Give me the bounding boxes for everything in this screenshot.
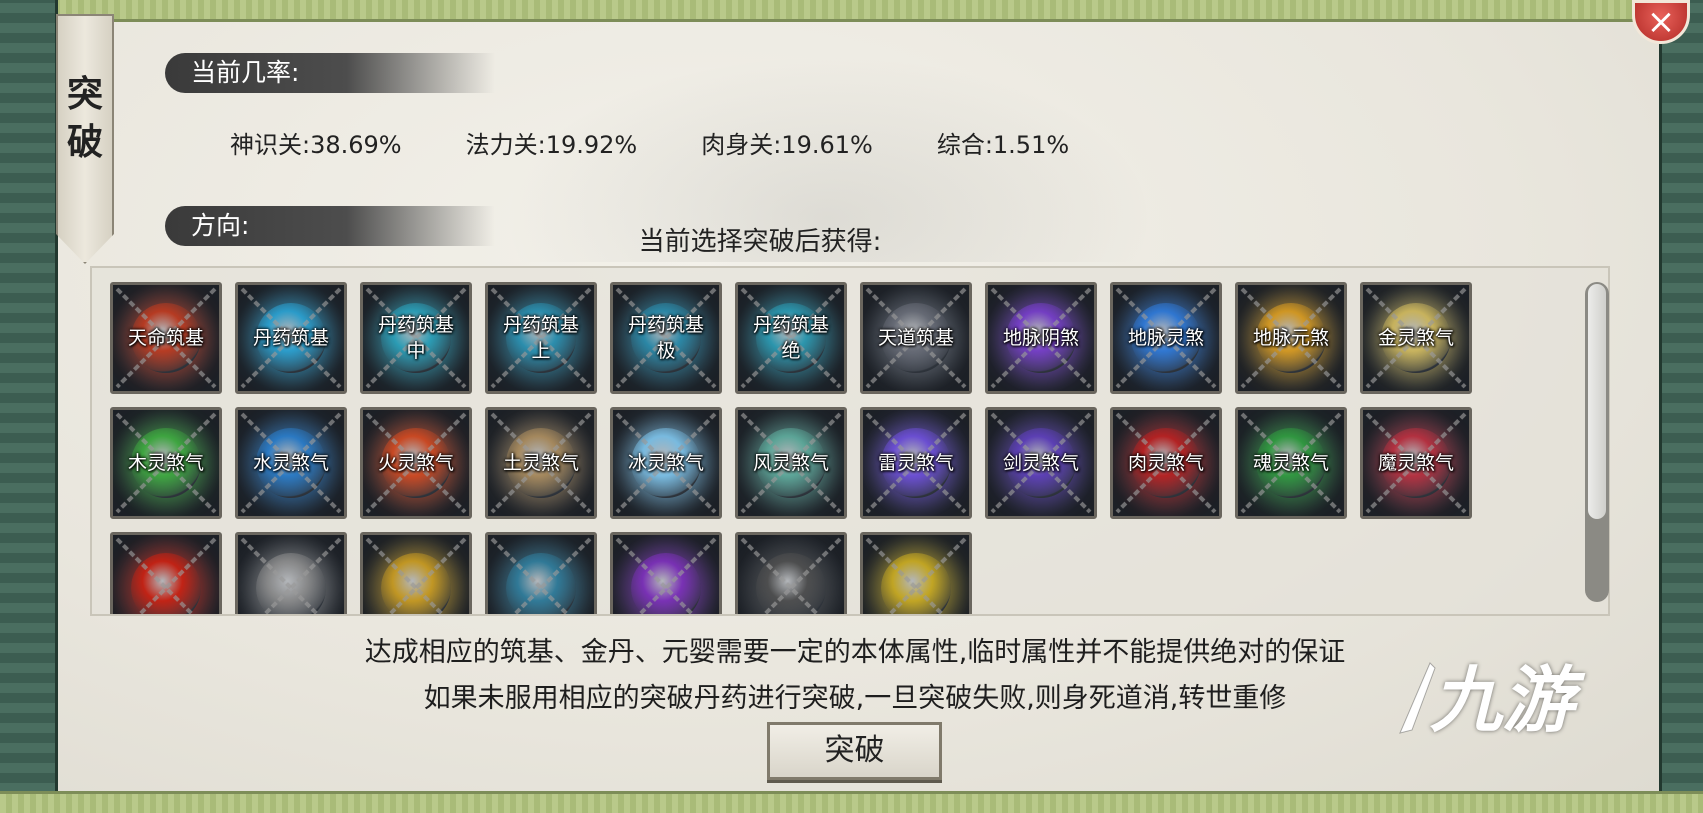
option-cell[interactable]: 风灵煞气 xyxy=(735,407,847,519)
option-cell[interactable] xyxy=(110,532,222,614)
frame-bottom xyxy=(0,791,1703,813)
option-cell[interactable]: 天命筑基 xyxy=(110,282,222,394)
option-label xyxy=(488,535,594,614)
option-cell[interactable]: 剑灵煞气 xyxy=(985,407,1097,519)
rates-heading: 当前几率: xyxy=(165,53,495,93)
option-label xyxy=(863,535,969,614)
option-label: 剑灵煞气 xyxy=(1002,452,1079,474)
option-label: 水灵煞气 xyxy=(252,452,329,474)
option-cell[interactable]: 雷灵煞气 xyxy=(860,407,972,519)
rate-fali: 法力关:19.92% xyxy=(465,131,638,159)
option-label: 丹药筑基 绝 xyxy=(752,314,829,362)
option-cell[interactable]: 天道筑基 xyxy=(860,282,972,394)
option-cell[interactable]: 地脉元煞 xyxy=(1235,282,1347,394)
option-cell[interactable]: 火灵煞气 xyxy=(360,407,472,519)
banner-title: 突 破 xyxy=(66,73,103,163)
option-label: 地脉灵煞 xyxy=(1127,327,1204,349)
option-cell[interactable] xyxy=(235,532,347,614)
option-cell[interactable]: 丹药筑基 上 xyxy=(485,282,597,394)
option-label: 丹药筑基 极 xyxy=(627,314,704,362)
option-cell[interactable]: 魂灵煞气 xyxy=(1235,407,1347,519)
option-label: 金灵煞气 xyxy=(1377,327,1454,349)
option-cell[interactable]: 魔灵煞气 xyxy=(1360,407,1472,519)
option-cell[interactable]: 地脉灵煞 xyxy=(1110,282,1222,394)
option-cell[interactable]: 丹药筑基 绝 xyxy=(735,282,847,394)
option-label: 天命筑基 xyxy=(127,327,204,349)
option-cell[interactable]: 地脉阴煞 xyxy=(985,282,1097,394)
option-label xyxy=(238,535,344,614)
option-label: 木灵煞气 xyxy=(127,452,204,474)
frame-top xyxy=(0,0,1703,22)
option-cell[interactable]: 丹药筑基 极 xyxy=(610,282,722,394)
breakthrough-button[interactable]: 突破 xyxy=(767,722,942,780)
option-label xyxy=(613,535,719,614)
note-line-2: 如果未服用相应的突破丹药进行突破,一旦突破失败,则身死道消,转世重修 xyxy=(423,683,1287,714)
option-cell[interactable] xyxy=(610,532,722,614)
option-cell[interactable] xyxy=(360,532,472,614)
option-label: 魔灵煞气 xyxy=(1377,452,1454,474)
option-label: 丹药筑基 xyxy=(252,327,329,349)
option-label: 地脉元煞 xyxy=(1252,327,1329,349)
rate-shenshi: 神识关:38.69% xyxy=(230,131,402,159)
scrollbar-thumb[interactable] xyxy=(1588,284,1606,519)
option-cell[interactable] xyxy=(735,532,847,614)
option-label: 土灵煞气 xyxy=(502,452,579,474)
rate-zonghe: 综合:1.51% xyxy=(936,131,1070,159)
close-icon[interactable]: × xyxy=(1647,2,1676,42)
option-label: 魂灵煞气 xyxy=(1252,452,1329,474)
breakthrough-options-grid[interactable]: 天命筑基 丹药筑基 丹药筑基 中丹药筑基 上丹药筑基 极丹药筑基 绝 天道筑基 地脉阴煞… xyxy=(90,266,1610,616)
option-label: 地脉阴煞 xyxy=(1002,327,1079,349)
watermark-logo: 九游 xyxy=(1399,650,1690,750)
option-cell[interactable] xyxy=(860,532,972,614)
option-label: 冰灵煞气 xyxy=(627,452,704,474)
option-label xyxy=(738,535,844,614)
option-label: 风灵煞气 xyxy=(752,452,829,474)
option-cell[interactable]: 土灵煞气 xyxy=(485,407,597,519)
option-label: 丹药筑基 上 xyxy=(502,314,579,362)
direction-heading: 方向: xyxy=(165,206,495,246)
option-cell[interactable]: 丹药筑基 xyxy=(235,282,347,394)
option-label xyxy=(113,535,219,614)
option-label: 火灵煞气 xyxy=(377,452,454,474)
note-line-1: 达成相应的筑基、金丹、元婴需要一定的本体属性,临时属性并不能提供绝对的保证 xyxy=(364,637,1346,668)
option-label: 肉灵煞气 xyxy=(1127,452,1204,474)
option-cell[interactable]: 丹药筑基 中 xyxy=(360,282,472,394)
option-label xyxy=(363,535,469,614)
gain-title: 当前选择突破后获得: xyxy=(638,227,882,257)
watermark-text: 九游 xyxy=(1430,658,1575,742)
option-label: 雷灵煞气 xyxy=(877,452,954,474)
watermark-leaf-icon xyxy=(1399,662,1436,734)
frame-left xyxy=(0,0,58,813)
option-label: 丹药筑基 中 xyxy=(377,314,454,362)
rate-roushen: 肉身关:19.61% xyxy=(701,131,873,159)
option-cell[interactable]: 木灵煞气 xyxy=(110,407,222,519)
option-cell[interactable]: 冰灵煞气 xyxy=(610,407,722,519)
option-cell[interactable]: 金灵煞气 xyxy=(1360,282,1472,394)
option-cell[interactable]: 水灵煞气 xyxy=(235,407,347,519)
option-cell[interactable] xyxy=(485,532,597,614)
option-label: 天道筑基 xyxy=(877,327,954,349)
option-cell[interactable]: 肉灵煞气 xyxy=(1110,407,1222,519)
rates-row: 神识关:38.69% 法力关:19.92% 肉身关:19.61% 综合:1.51… xyxy=(230,125,1133,161)
